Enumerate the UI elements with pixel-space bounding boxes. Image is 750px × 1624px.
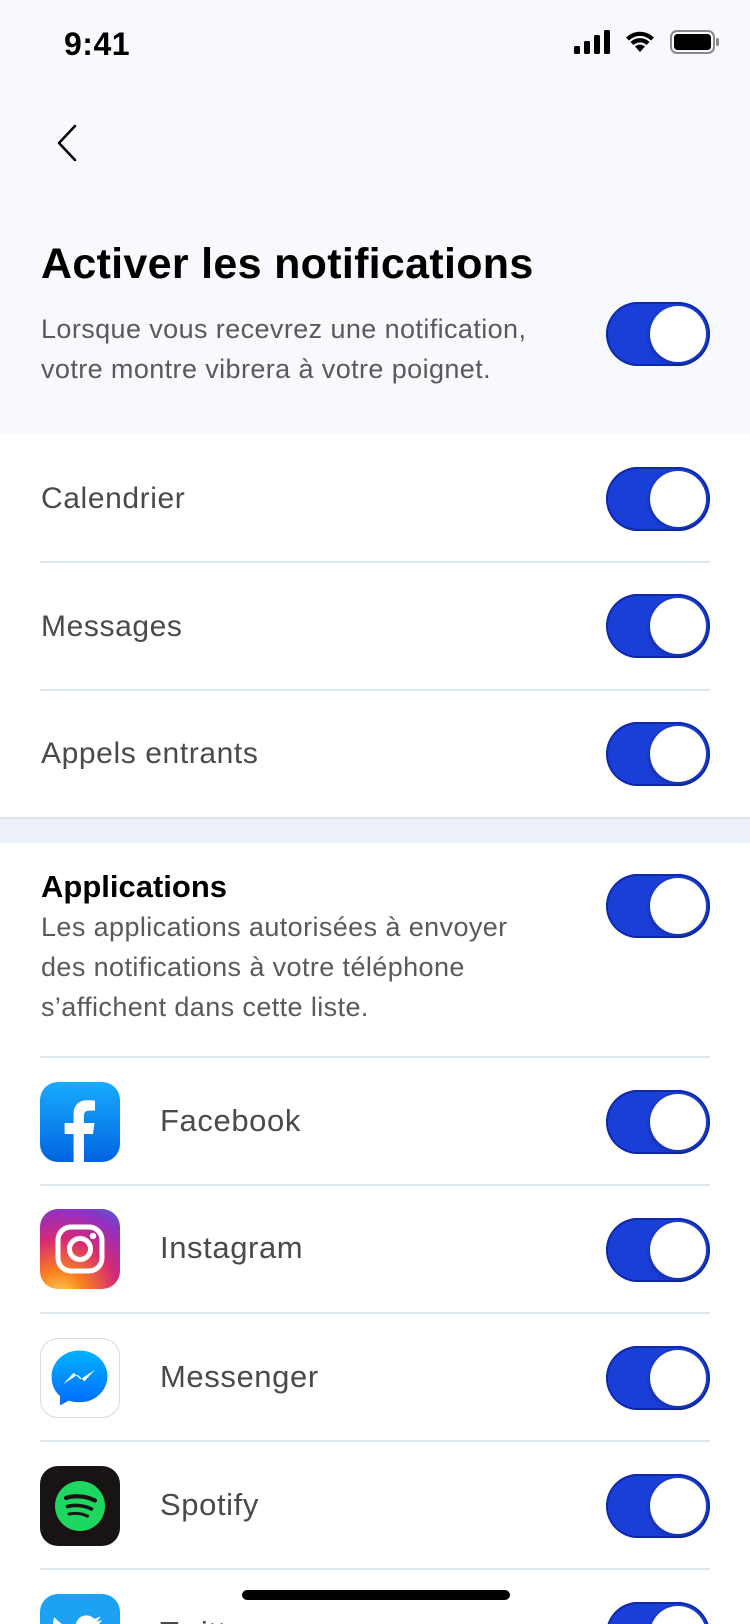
list-item-calendrier: Calendrier: [0, 435, 750, 563]
app-row-instagram: Instagram: [0, 1186, 750, 1314]
app-row-messenger: Messenger: [0, 1314, 750, 1442]
app-row-facebook: Facebook: [0, 1058, 750, 1186]
twitter-toggle[interactable]: [606, 1602, 710, 1624]
section-separator: [0, 817, 750, 843]
messages-toggle[interactable]: [606, 594, 710, 658]
list-item-appels-entrants: Appels entrants: [0, 690, 750, 818]
toggle-knob: [650, 1222, 706, 1278]
calendrier-toggle[interactable]: [606, 467, 710, 531]
row-label: Calendrier: [41, 482, 186, 515]
spotify-toggle[interactable]: [606, 1474, 710, 1538]
app-label: Instagram: [160, 1230, 304, 1265]
wifi-icon: [626, 31, 654, 52]
applications-title: Applications: [41, 869, 228, 904]
app-label: Messenger: [160, 1359, 319, 1394]
instagram-toggle[interactable]: [606, 1218, 710, 1282]
app-label: Spotify: [160, 1487, 259, 1522]
status-time: 9:41: [64, 26, 131, 62]
applications-toggle[interactable]: [606, 874, 710, 938]
app-label: Twitter: [160, 1615, 256, 1624]
page-description: Lorsque vous recevrez une notification, …: [41, 314, 527, 384]
facebook-icon: [40, 1082, 120, 1162]
instagram-icon: [40, 1209, 120, 1289]
toggle-knob: [650, 726, 706, 782]
toggle-knob: [650, 1350, 706, 1406]
twitter-icon: [40, 1594, 120, 1624]
toggle-knob: [650, 1606, 706, 1624]
cellular-signal-icon: [574, 30, 610, 54]
toggle-knob: [650, 471, 706, 527]
appels-entrants-toggle[interactable]: [606, 722, 710, 786]
app-row-spotify: Spotify: [0, 1442, 750, 1570]
row-label: Appels entrants: [41, 737, 259, 770]
app-label: Facebook: [160, 1103, 301, 1138]
toggle-knob: [650, 598, 706, 654]
applications-description: Les applications autorisées à envoyer de…: [41, 912, 508, 1022]
page-title: Activer les notifications: [41, 240, 534, 288]
spotify-icon: [40, 1466, 120, 1546]
back-button[interactable]: [42, 118, 92, 168]
toggle-knob: [650, 878, 706, 934]
facebook-toggle[interactable]: [606, 1090, 710, 1154]
battery-icon: [670, 30, 719, 54]
status-icons: [574, 30, 720, 54]
toggle-knob: [650, 1478, 706, 1534]
notifications-master-toggle[interactable]: [606, 302, 710, 366]
home-indicator: [242, 1590, 510, 1600]
list-item-messages: Messages: [0, 563, 750, 691]
status-bar: 9:41: [0, 0, 750, 90]
row-label: Messages: [41, 610, 183, 643]
messenger-toggle[interactable]: [606, 1346, 710, 1410]
toggle-knob: [650, 1094, 706, 1150]
messenger-icon: [40, 1338, 120, 1418]
chevron-left-icon: [57, 124, 77, 162]
toggle-knob: [650, 306, 706, 362]
